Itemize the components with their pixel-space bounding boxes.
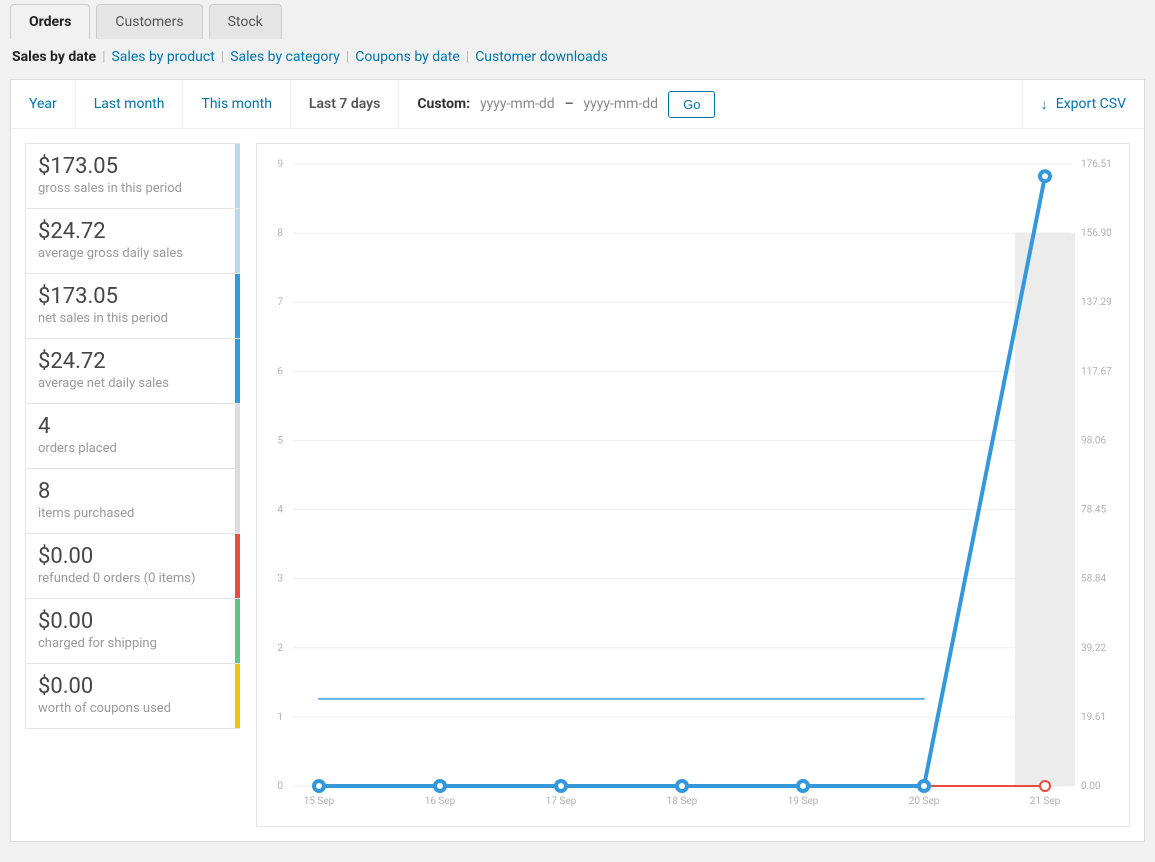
chart-container: 0 0.00 1 19.61 2 39.22 3 58.84 4 78.45 5 98.06 6 117.… xyxy=(256,143,1130,827)
svg-text:17 Sep: 17 Sep xyxy=(546,796,577,807)
legend-value: $24.72 xyxy=(38,219,227,244)
svg-text:5: 5 xyxy=(277,435,283,446)
legend-stripe xyxy=(235,664,240,728)
svg-text:6: 6 xyxy=(277,366,283,377)
tab-stock[interactable]: Stock xyxy=(209,4,282,39)
svg-text:137.29: 137.29 xyxy=(1081,297,1112,308)
legend-item[interactable]: $0.00 charged for shipping xyxy=(25,599,240,664)
svg-text:2: 2 xyxy=(277,643,283,654)
legend-stripe xyxy=(235,144,240,208)
svg-text:20 Sep: 20 Sep xyxy=(909,796,940,807)
export-csv-button[interactable]: ↓ Export CSV xyxy=(1022,80,1144,128)
svg-text:3: 3 xyxy=(277,574,283,585)
range-last-7-days[interactable]: Last 7 days xyxy=(291,80,399,128)
legend-value: $0.00 xyxy=(38,609,227,634)
svg-text:156.90: 156.90 xyxy=(1081,228,1112,239)
range-year[interactable]: Year xyxy=(11,80,76,128)
range-last-month[interactable]: Last month xyxy=(76,80,184,128)
legend-stripe xyxy=(235,469,240,533)
subnav-sales-by-category[interactable]: Sales by category xyxy=(230,49,340,65)
legend-stripe xyxy=(235,404,240,468)
svg-text:78.45: 78.45 xyxy=(1081,505,1106,516)
svg-text:7: 7 xyxy=(277,297,283,308)
svg-text:9: 9 xyxy=(277,159,283,170)
legend-value: $24.72 xyxy=(38,349,227,374)
svg-text:21 Sep: 21 Sep xyxy=(1030,796,1061,807)
legend-desc: items purchased xyxy=(38,506,227,521)
legend-item[interactable]: 8 items purchased xyxy=(25,469,240,534)
svg-text:18 Sep: 18 Sep xyxy=(667,796,698,807)
legend-stripe xyxy=(235,339,240,403)
export-label: Export CSV xyxy=(1056,96,1126,112)
legend-value: 8 xyxy=(38,479,227,504)
subnav-customer-downloads[interactable]: Customer downloads xyxy=(475,49,608,65)
legend-stripe xyxy=(235,534,240,598)
custom-date-from[interactable]: yyyy-mm-dd xyxy=(480,96,555,112)
svg-text:176.51: 176.51 xyxy=(1081,159,1112,170)
legend-desc: average gross daily sales xyxy=(38,246,227,261)
svg-text:19.61: 19.61 xyxy=(1081,712,1106,723)
svg-text:0.00: 0.00 xyxy=(1081,781,1101,792)
legend-item[interactable]: 4 orders placed xyxy=(25,404,240,469)
sales-chart: 0 0.00 1 19.61 2 39.22 3 58.84 4 78.45 5 98.06 6 117.… xyxy=(263,150,1123,820)
legend-desc: orders placed xyxy=(38,441,227,456)
svg-text:117.67: 117.67 xyxy=(1081,366,1112,377)
svg-text:0: 0 xyxy=(277,781,283,792)
legend-item[interactable]: $173.05 net sales in this period xyxy=(25,274,240,339)
legend-item[interactable]: $24.72 average gross daily sales xyxy=(25,209,240,274)
legend-stripe xyxy=(235,599,240,663)
date-range-bar: Year Last month This month Last 7 days C… xyxy=(11,80,1144,129)
tab-orders[interactable]: Orders xyxy=(10,4,90,39)
report-subnav: Sales by date | Sales by product | Sales… xyxy=(10,39,1145,79)
svg-text:15 Sep: 15 Sep xyxy=(304,796,335,807)
custom-date-to[interactable]: yyyy-mm-dd xyxy=(583,96,658,112)
legend-desc: refunded 0 orders (0 items) xyxy=(38,571,227,586)
legend-desc: average net daily sales xyxy=(38,376,227,391)
legend-value: $173.05 xyxy=(38,284,227,309)
legend-item[interactable]: $0.00 worth of coupons used xyxy=(25,664,240,729)
legend-item[interactable]: $0.00 refunded 0 orders (0 items) xyxy=(25,534,240,599)
legend-item[interactable]: $24.72 average net daily sales xyxy=(25,339,240,404)
subnav-sales-by-product[interactable]: Sales by product xyxy=(111,49,214,65)
legend-value: 4 xyxy=(38,414,227,439)
svg-text:39.22: 39.22 xyxy=(1081,643,1106,654)
legend-value: $0.00 xyxy=(38,674,227,699)
main-tabs: Orders Customers Stock xyxy=(10,0,1145,39)
legend-value: $173.05 xyxy=(38,154,227,179)
tab-customers[interactable]: Customers xyxy=(96,4,202,39)
svg-text:58.84: 58.84 xyxy=(1081,574,1106,585)
legend-item[interactable]: $173.05 gross sales in this period xyxy=(25,143,240,209)
legend-desc: charged for shipping xyxy=(38,636,227,651)
svg-text:19 Sep: 19 Sep xyxy=(788,796,819,807)
legend-stripe xyxy=(235,209,240,273)
svg-text:98.06: 98.06 xyxy=(1081,435,1106,446)
range-this-month[interactable]: This month xyxy=(183,80,290,128)
summary-legend: $173.05 gross sales in this period $24.7… xyxy=(25,143,240,827)
svg-text:4: 4 xyxy=(277,505,283,516)
subnav-coupons-by-date[interactable]: Coupons by date xyxy=(355,49,460,65)
report-panel: Year Last month This month Last 7 days C… xyxy=(10,79,1145,842)
legend-desc: net sales in this period xyxy=(38,311,227,326)
legend-value: $0.00 xyxy=(38,544,227,569)
svg-text:8: 8 xyxy=(277,228,283,239)
legend-stripe xyxy=(235,274,240,338)
download-icon: ↓ xyxy=(1041,96,1048,113)
svg-text:16 Sep: 16 Sep xyxy=(425,796,456,807)
legend-desc: gross sales in this period xyxy=(38,181,227,196)
svg-text:1: 1 xyxy=(277,712,283,723)
go-button[interactable]: Go xyxy=(668,91,715,118)
range-custom: Custom: yyyy-mm-dd – yyyy-mm-dd Go xyxy=(399,80,733,128)
custom-label: Custom: xyxy=(417,96,470,112)
legend-desc: worth of coupons used xyxy=(38,701,227,716)
subnav-current-label: Sales by date xyxy=(12,49,96,65)
